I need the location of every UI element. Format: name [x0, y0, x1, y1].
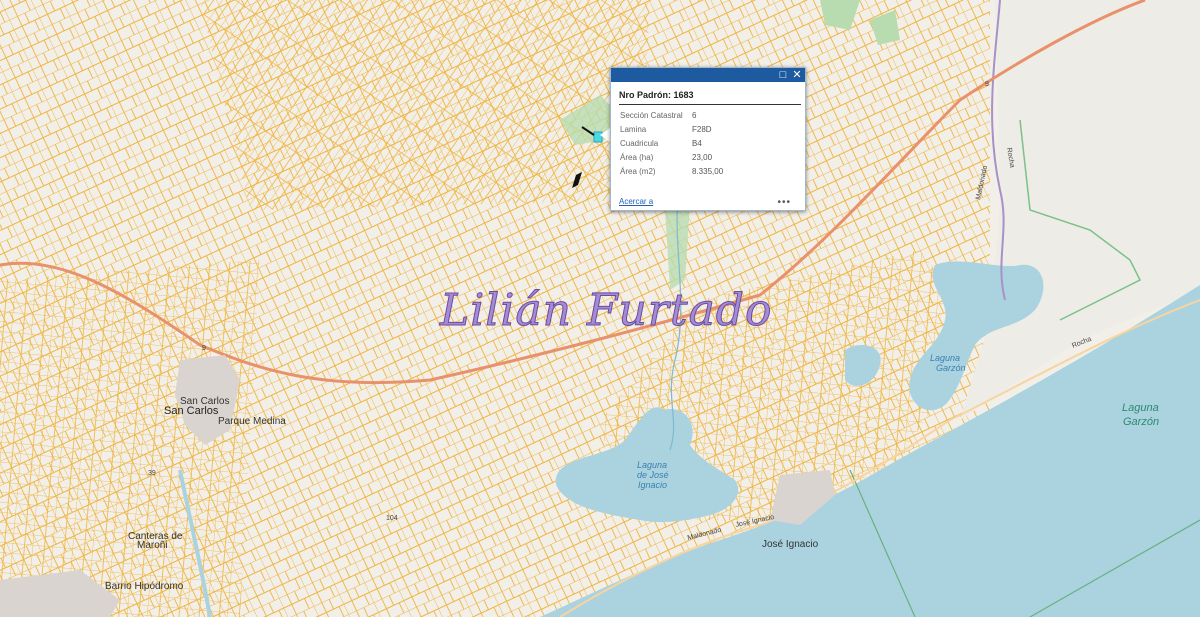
label-route-39: 39 [148, 470, 156, 477]
zoom-to-link[interactable]: Acercar a [619, 197, 653, 206]
close-icon[interactable]: ✕ [791, 69, 803, 81]
field-row: Área (ha) 23,00 [620, 153, 800, 165]
label-route-9: 9 [985, 81, 989, 88]
label-laguna-garzon: Garzón [936, 363, 966, 373]
field-value: 23,00 [692, 153, 713, 162]
field-label: Lamina [620, 125, 647, 134]
label-maroni: Maroñi [137, 540, 168, 551]
field-value: B4 [692, 139, 702, 148]
popup-divider [619, 104, 801, 105]
field-row: Área (m2) 8.335,00 [620, 167, 800, 179]
parcel-grid-west [0, 260, 260, 617]
popup-title: Nro Padrón: 1683 [619, 90, 694, 100]
field-label: Sección Catastral [620, 111, 683, 120]
label-laguna-jose-ignacio: Laguna [637, 460, 667, 470]
label-jose-ignacio-town: José Ignacio [762, 539, 819, 550]
popup-pointer [600, 128, 610, 142]
popup-header: □ ✕ [611, 68, 805, 82]
label-laguna-garzon-big: Garzón [1123, 416, 1159, 428]
parcel-info-popup: □ ✕ Nro Padrón: 1683 Sección Catastral 6… [610, 67, 806, 211]
field-value: 6 [692, 111, 697, 120]
parcel-grid-north [200, 0, 650, 210]
label-barrio-hipodromo: Barrio Hipódromo [105, 581, 184, 592]
label-laguna-jose-ignacio: Ignacio [638, 480, 667, 490]
field-row: Lamina F28D [620, 125, 800, 137]
label-route-104: 104 [386, 515, 398, 522]
label-laguna-garzon: Laguna [930, 353, 960, 363]
field-label: Cuadricula [620, 139, 659, 148]
label-parque-medina: Parque Medina [218, 416, 286, 427]
map-canvas[interactable]: Lilián Furtado Laguna Garzón Laguna Garz… [0, 0, 1200, 617]
watermark: Lilián Furtado [439, 285, 772, 336]
maximize-icon[interactable]: □ [777, 69, 789, 81]
field-row: Sección Catastral 6 [620, 111, 800, 123]
field-label: Área (m2) [620, 167, 656, 176]
label-san-carlos: San Carlos [164, 405, 219, 417]
field-label: Área (ha) [620, 153, 654, 162]
field-row: Cuadricula B4 [620, 139, 800, 151]
label-laguna-jose-ignacio: de José [637, 470, 669, 480]
label-laguna-garzon-big: Laguna [1122, 402, 1159, 414]
field-value: F28D [692, 125, 712, 134]
field-value: 8.335,00 [692, 167, 724, 176]
label-route-9: 9 [202, 345, 206, 352]
more-options-button[interactable]: ••• [777, 197, 791, 208]
